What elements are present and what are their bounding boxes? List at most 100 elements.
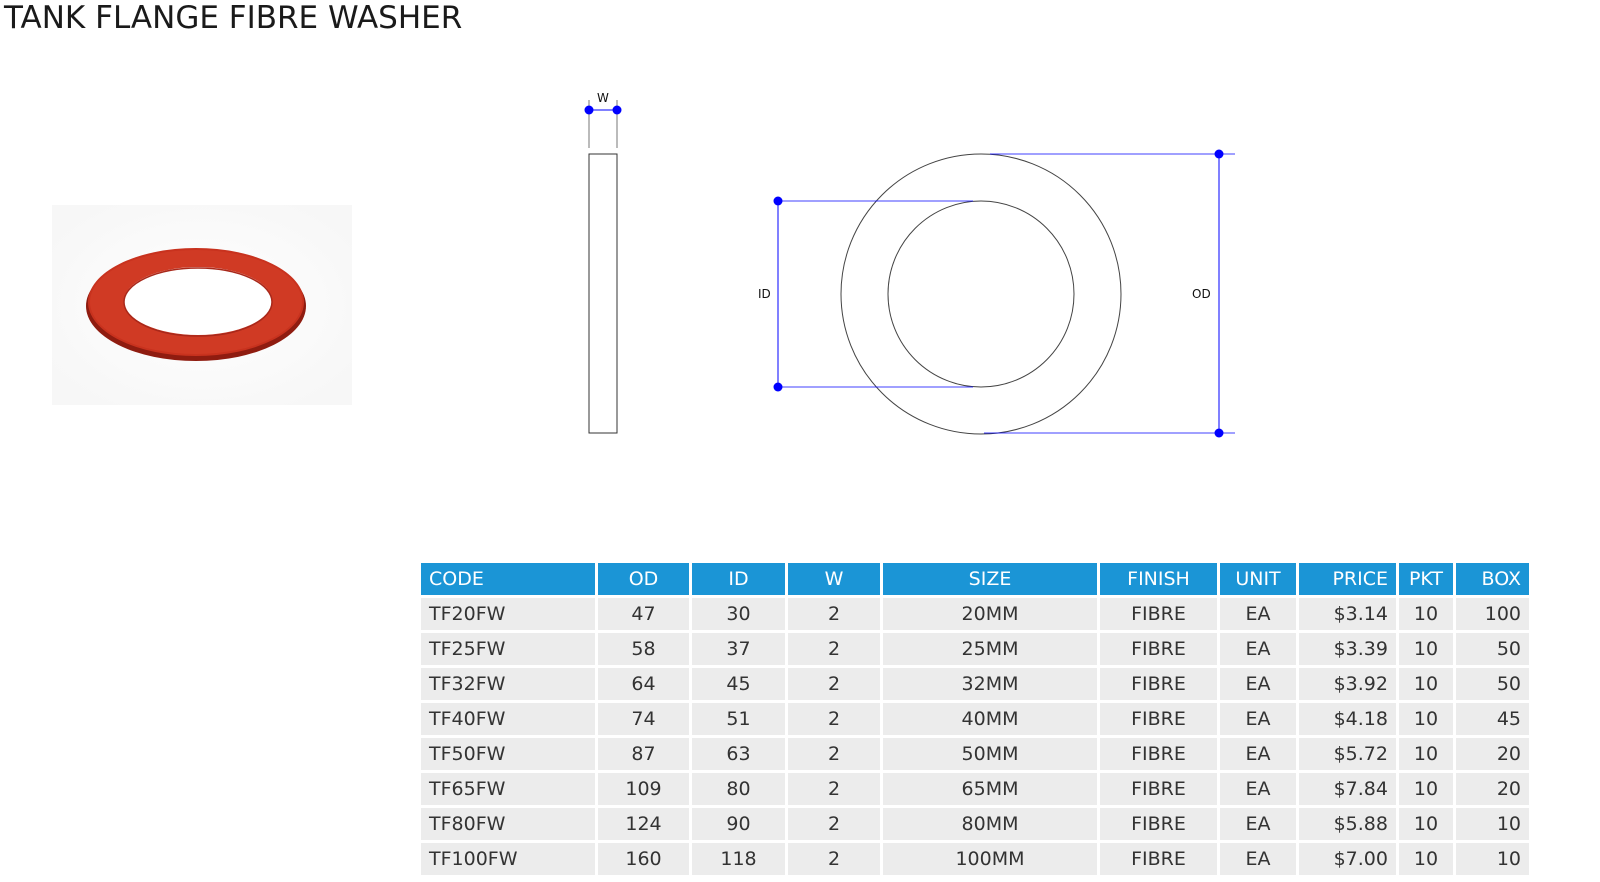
cell-id: 90 [692, 808, 785, 840]
table-row: TF40FW 74 51 2 40MM FIBRE EA $4.18 10 45 [421, 703, 1529, 735]
col-header-pkt: PKT [1399, 563, 1453, 595]
cell-id: 30 [692, 598, 785, 630]
cell-box: 100 [1456, 598, 1529, 630]
cell-finish: FIBRE [1100, 633, 1217, 665]
col-header-unit: UNIT [1220, 563, 1296, 595]
cell-size: 32MM [883, 668, 1097, 700]
page-title: TANK FLANGE FIBRE WASHER [4, 0, 463, 36]
cell-price: $5.88 [1299, 808, 1396, 840]
cell-finish: FIBRE [1100, 668, 1217, 700]
table-row: TF25FW 58 37 2 25MM FIBRE EA $3.39 10 50 [421, 633, 1529, 665]
cell-box: 50 [1456, 633, 1529, 665]
cell-w: 2 [788, 598, 880, 630]
cell-w: 2 [788, 843, 880, 875]
od-label: OD [1192, 287, 1211, 301]
cell-pkt: 10 [1399, 703, 1453, 735]
cell-price: $7.84 [1299, 773, 1396, 805]
table-row: TF80FW 124 90 2 80MM FIBRE EA $5.88 10 10 [421, 808, 1529, 840]
cell-id: 45 [692, 668, 785, 700]
cell-box: 20 [1456, 738, 1529, 770]
col-header-w: W [788, 563, 880, 595]
col-header-size: SIZE [883, 563, 1097, 595]
cell-w: 2 [788, 668, 880, 700]
cell-id: 37 [692, 633, 785, 665]
cell-code: TF40FW [421, 703, 595, 735]
cell-price: $5.72 [1299, 738, 1396, 770]
washer-inner-circle [887, 200, 1075, 388]
cell-code: TF100FW [421, 843, 595, 875]
cell-finish: FIBRE [1100, 843, 1217, 875]
cell-unit: EA [1220, 773, 1296, 805]
cell-box: 20 [1456, 773, 1529, 805]
col-header-box: BOX [1456, 563, 1529, 595]
cell-price: $3.92 [1299, 668, 1396, 700]
cell-box: 10 [1456, 843, 1529, 875]
washer-side-view [588, 153, 618, 434]
cell-pkt: 10 [1399, 738, 1453, 770]
col-header-code: CODE [421, 563, 595, 595]
cell-w: 2 [788, 808, 880, 840]
cell-finish: FIBRE [1100, 773, 1217, 805]
id-label: ID [758, 287, 771, 301]
cell-pkt: 10 [1399, 598, 1453, 630]
cell-pkt: 10 [1399, 843, 1453, 875]
cell-w: 2 [788, 703, 880, 735]
cell-code: TF80FW [421, 808, 595, 840]
washer-dimension-drawing: W ID OD [584, 91, 1235, 438]
cell-pkt: 10 [1399, 773, 1453, 805]
cell-price: $4.18 [1299, 703, 1396, 735]
cell-unit: EA [1220, 668, 1296, 700]
cell-w: 2 [788, 773, 880, 805]
cell-od: 74 [598, 703, 689, 735]
table-row: TF100FW 160 118 2 100MM FIBRE EA $7.00 10 10 [421, 843, 1529, 875]
cell-od: 47 [598, 598, 689, 630]
cell-finish: FIBRE [1100, 738, 1217, 770]
cell-od: 124 [598, 808, 689, 840]
cell-id: 118 [692, 843, 785, 875]
cell-box: 50 [1456, 668, 1529, 700]
cell-w: 2 [788, 738, 880, 770]
table-row: TF20FW 47 30 2 20MM FIBRE EA $3.14 10 100 [421, 598, 1529, 630]
cell-unit: EA [1220, 703, 1296, 735]
cell-size: 40MM [883, 703, 1097, 735]
cell-od: 87 [598, 738, 689, 770]
cell-size: 65MM [883, 773, 1097, 805]
cell-id: 63 [692, 738, 785, 770]
cell-code: TF20FW [421, 598, 595, 630]
cell-finish: FIBRE [1100, 598, 1217, 630]
cell-pkt: 10 [1399, 633, 1453, 665]
cell-od: 109 [598, 773, 689, 805]
cell-unit: EA [1220, 808, 1296, 840]
cell-price: $3.14 [1299, 598, 1396, 630]
cell-w: 2 [788, 633, 880, 665]
table-row: TF50FW 87 63 2 50MM FIBRE EA $5.72 10 20 [421, 738, 1529, 770]
cell-price: $3.39 [1299, 633, 1396, 665]
table-header-row: CODE OD ID W SIZE FINISH UNIT PRICE PKT … [421, 563, 1529, 595]
red-fibre-washer-photo [52, 205, 352, 405]
cell-unit: EA [1220, 738, 1296, 770]
cell-size: 80MM [883, 808, 1097, 840]
cell-unit: EA [1220, 633, 1296, 665]
cell-od: 58 [598, 633, 689, 665]
col-header-od: OD [598, 563, 689, 595]
cell-od: 64 [598, 668, 689, 700]
col-header-price: PRICE [1299, 563, 1396, 595]
cell-pkt: 10 [1399, 808, 1453, 840]
cell-box: 10 [1456, 808, 1529, 840]
cell-size: 50MM [883, 738, 1097, 770]
cell-code: TF50FW [421, 738, 595, 770]
cell-box: 45 [1456, 703, 1529, 735]
cell-unit: EA [1220, 598, 1296, 630]
cell-size: 100MM [883, 843, 1097, 875]
cell-pkt: 10 [1399, 668, 1453, 700]
cell-id: 80 [692, 773, 785, 805]
cell-price: $7.00 [1299, 843, 1396, 875]
cell-size: 20MM [883, 598, 1097, 630]
cell-size: 25MM [883, 633, 1097, 665]
cell-od: 160 [598, 843, 689, 875]
cell-code: TF32FW [421, 668, 595, 700]
table-row: TF65FW 109 80 2 65MM FIBRE EA $7.84 10 20 [421, 773, 1529, 805]
w-label: W [597, 91, 609, 105]
cell-id: 51 [692, 703, 785, 735]
spec-table: CODE OD ID W SIZE FINISH UNIT PRICE PKT … [418, 560, 1532, 878]
